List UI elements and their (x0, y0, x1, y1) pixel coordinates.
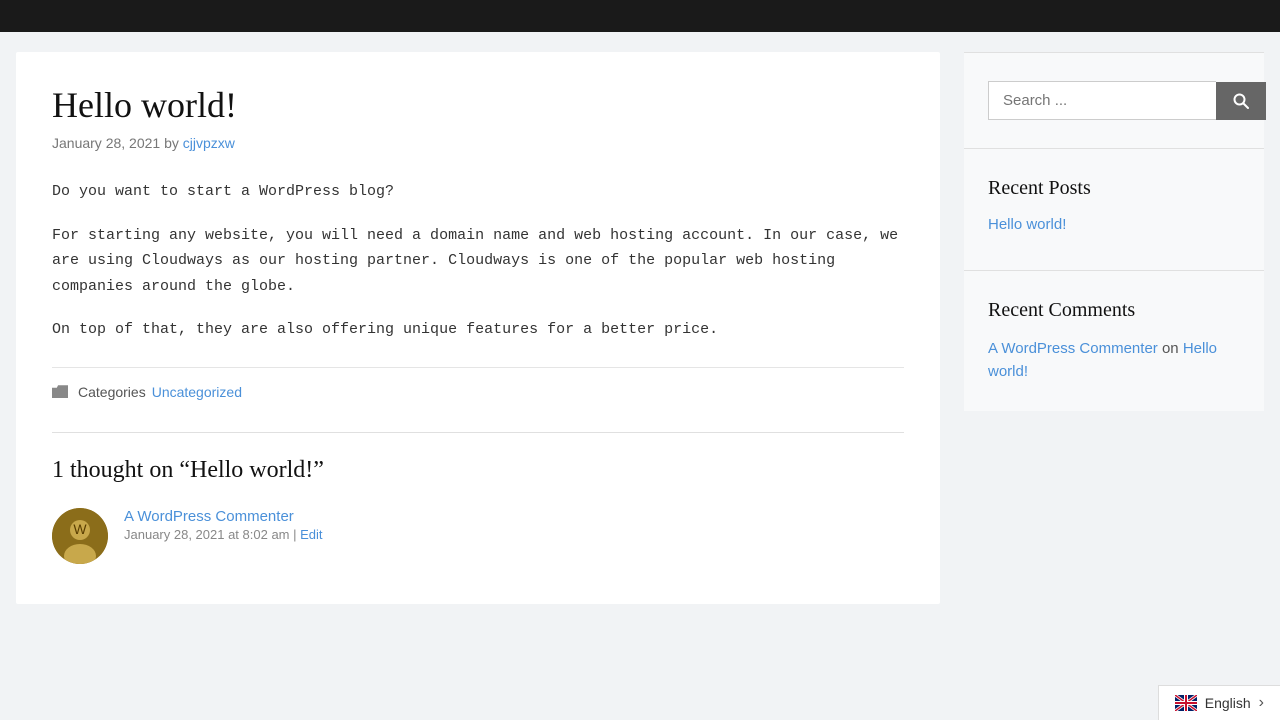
post-date: January 28, 2021 (52, 135, 160, 151)
comment-body: A WordPress Commenter January 28, 2021 a… (124, 508, 323, 542)
search-widget (964, 52, 1264, 148)
comment-author-link[interactable]: A WordPress Commenter (124, 508, 323, 525)
recent-comment-on: on (1162, 340, 1183, 357)
recent-comment-author[interactable]: A WordPress Commenter (988, 340, 1158, 357)
post-by: by (164, 135, 183, 151)
recent-comment-text: A WordPress Commenter on Hello world! (988, 338, 1240, 383)
search-input[interactable] (988, 81, 1216, 120)
post-paragraph-1: Do you want to start a WordPress blog? (52, 179, 904, 205)
comments-title: 1 thought on “Hello world!” (52, 457, 904, 484)
language-bar[interactable]: English › (1158, 685, 1280, 720)
post-body: Do you want to start a WordPress blog? F… (52, 179, 904, 343)
flag-icon (1175, 695, 1197, 711)
category-link[interactable]: Uncategorized (152, 384, 242, 400)
section-divider (52, 432, 904, 433)
comment-avatar: W (52, 508, 108, 564)
search-button[interactable] (1216, 82, 1266, 120)
post-meta: January 28, 2021 by cjjvpzxw (52, 135, 904, 151)
main-content: Hello world! January 28, 2021 by cjjvpzx… (16, 52, 940, 604)
sidebar: Recent Posts Hello world! Recent Comment… (964, 52, 1264, 604)
page-wrapper: Hello world! January 28, 2021 by cjjvpzx… (0, 32, 1280, 624)
svg-text:W: W (73, 521, 87, 537)
comment: W A WordPress Commenter January 28, 2021… (52, 508, 904, 564)
comment-date-link[interactable]: January 28, 2021 at 8:02 am (124, 527, 290, 542)
recent-comments-widget: Recent Comments A WordPress Commenter on… (964, 270, 1264, 411)
recent-posts-list: Hello world! (988, 216, 1240, 234)
recent-comments-title: Recent Comments (988, 299, 1240, 322)
folder-icon (52, 385, 68, 398)
category-label: Categories (78, 384, 146, 400)
top-bar (0, 0, 1280, 32)
post-paragraph-3: On top of that, they are also offering u… (52, 317, 904, 343)
recent-post-link[interactable]: Hello world! (988, 216, 1066, 233)
comment-date: January 28, 2021 at 8:02 am | Edit (124, 527, 323, 542)
list-item: Hello world! (988, 216, 1240, 234)
comment-edit-link[interactable]: Edit (300, 527, 322, 542)
post-title: Hello world! (52, 84, 904, 127)
recent-posts-title: Recent Posts (988, 177, 1240, 200)
post-footer: Categories Uncategorized (52, 367, 904, 400)
chevron-right-icon: › (1259, 694, 1264, 712)
post-author[interactable]: cjjvpzxw (183, 135, 235, 151)
search-icon (1233, 93, 1249, 109)
post-paragraph-2: For starting any website, you will need … (52, 223, 904, 300)
language-label: English (1205, 695, 1251, 711)
recent-posts-widget: Recent Posts Hello world! (964, 148, 1264, 270)
